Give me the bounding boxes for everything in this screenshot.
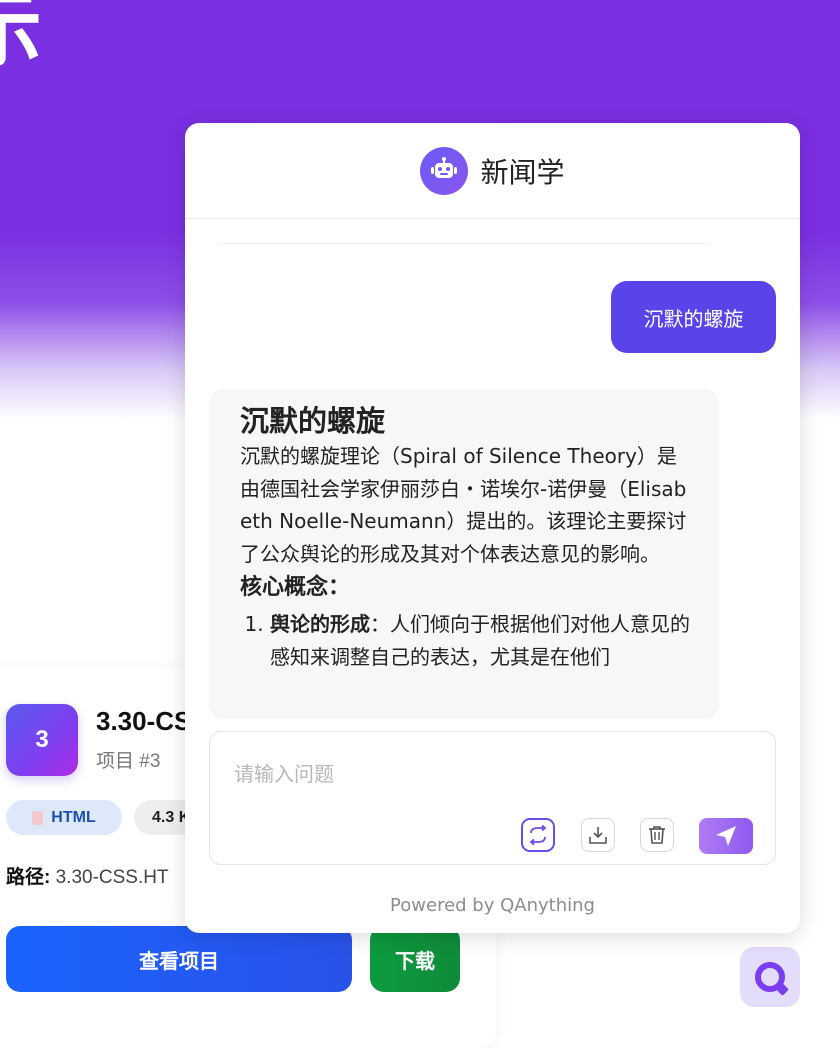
divider [219,243,709,244]
question-input-box [209,731,776,865]
answer-subheading: 核心概念： [240,575,351,601]
file-icon [32,810,44,825]
list-item-term: 舆论的形成 [270,612,370,637]
download-icon [589,827,607,844]
send-icon [716,826,736,846]
qanything-logo-icon [755,962,785,992]
answer-list: 舆论的形成：人们倾向于根据他们对他人意见的感知来调整自己的表达，尤其是在他们 [240,608,691,673]
assistant-answer: 沉默的螺旋 沉默的螺旋理论（Spiral of Silence Theory）是… [209,389,719,719]
hero-title: 示 [0,0,43,78]
switch-mode-button[interactable] [521,818,555,852]
file-type-tag: HTML [6,800,122,835]
project-title: 3.30-CS [96,706,192,736]
clear-chat-button[interactable] [640,818,674,852]
question-input[interactable] [210,732,775,812]
robot-icon [420,146,469,195]
file-type-label: HTML [51,808,96,826]
project-subtitle: 项目 #3 [96,751,161,772]
download-chat-button[interactable] [581,818,615,852]
project-path: 路径: 3.30-CSS.HT [6,862,169,889]
trash-icon [649,826,665,844]
path-value: 3.30-CSS.HT [55,867,169,888]
qanything-launcher-button[interactable] [740,947,800,1007]
answer-heading: 沉默的螺旋 [240,404,386,438]
path-label: 路径: [6,867,51,888]
project-number-badge: 3 [6,704,78,776]
download-button[interactable]: 下载 [370,926,460,992]
send-button[interactable] [699,818,753,854]
user-message: 沉默的螺旋 [611,281,776,353]
view-project-button[interactable]: 查看项目 [6,926,352,992]
answer-paragraph: 沉默的螺旋理论（Spiral of Silence Theory）是由德国社会学… [240,444,687,566]
chat-title: 新闻学 [480,155,565,189]
powered-by: Powered by QAnything [390,895,595,916]
chat-widget: 新闻学 沉默的螺旋 沉默的螺旋 沉默的螺旋理论（Spiral of Silenc… [185,123,800,933]
chat-header: 新闻学 [185,123,800,219]
switch-icon [529,824,547,846]
list-item: 舆论的形成：人们倾向于根据他们对他人意见的感知来调整自己的表达，尤其是在他们 [270,608,691,673]
